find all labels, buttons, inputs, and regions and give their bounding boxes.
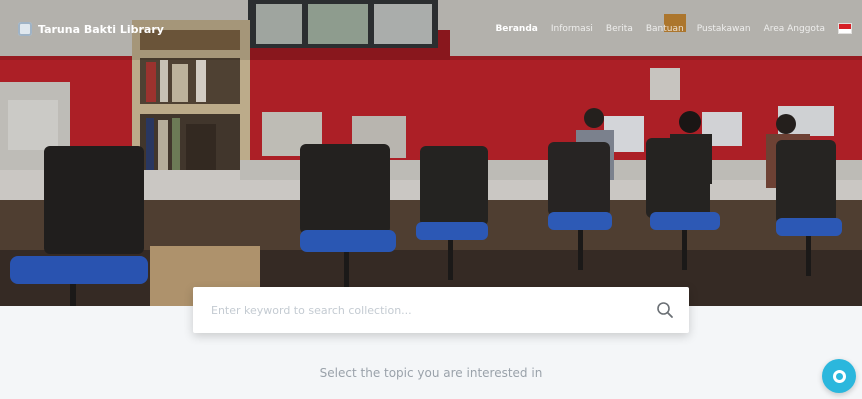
hero-banner: Taruna Bakti Library Beranda Informasi B… xyxy=(0,0,862,306)
nav-item-area-anggota[interactable]: Area Anggota xyxy=(764,24,825,34)
search-box xyxy=(193,287,689,333)
nav-item-berita[interactable]: Berita xyxy=(606,24,633,34)
search-input[interactable] xyxy=(209,302,655,318)
search-icon[interactable] xyxy=(655,300,675,320)
nav-item-informasi[interactable]: Informasi xyxy=(551,24,593,34)
brand-link[interactable]: Taruna Bakti Library xyxy=(18,22,164,36)
brand-name: Taruna Bakti Library xyxy=(38,22,164,36)
topic-heading: Select the topic you are interested in xyxy=(319,366,543,380)
top-navigation-bar: Taruna Bakti Library Beranda Informasi B… xyxy=(0,0,862,56)
nav-item-pustakawan[interactable]: Pustakawan xyxy=(697,24,751,34)
main-nav: Beranda Informasi Berita Bantuan Pustaka… xyxy=(495,23,852,34)
nav-item-bantuan[interactable]: Bantuan xyxy=(646,24,684,34)
indonesia-flag-icon[interactable] xyxy=(838,23,852,34)
nav-item-beranda[interactable]: Beranda xyxy=(495,24,537,34)
chat-button[interactable] xyxy=(822,359,856,393)
library-logo-icon xyxy=(18,22,32,36)
chat-bubble-icon xyxy=(832,369,846,383)
